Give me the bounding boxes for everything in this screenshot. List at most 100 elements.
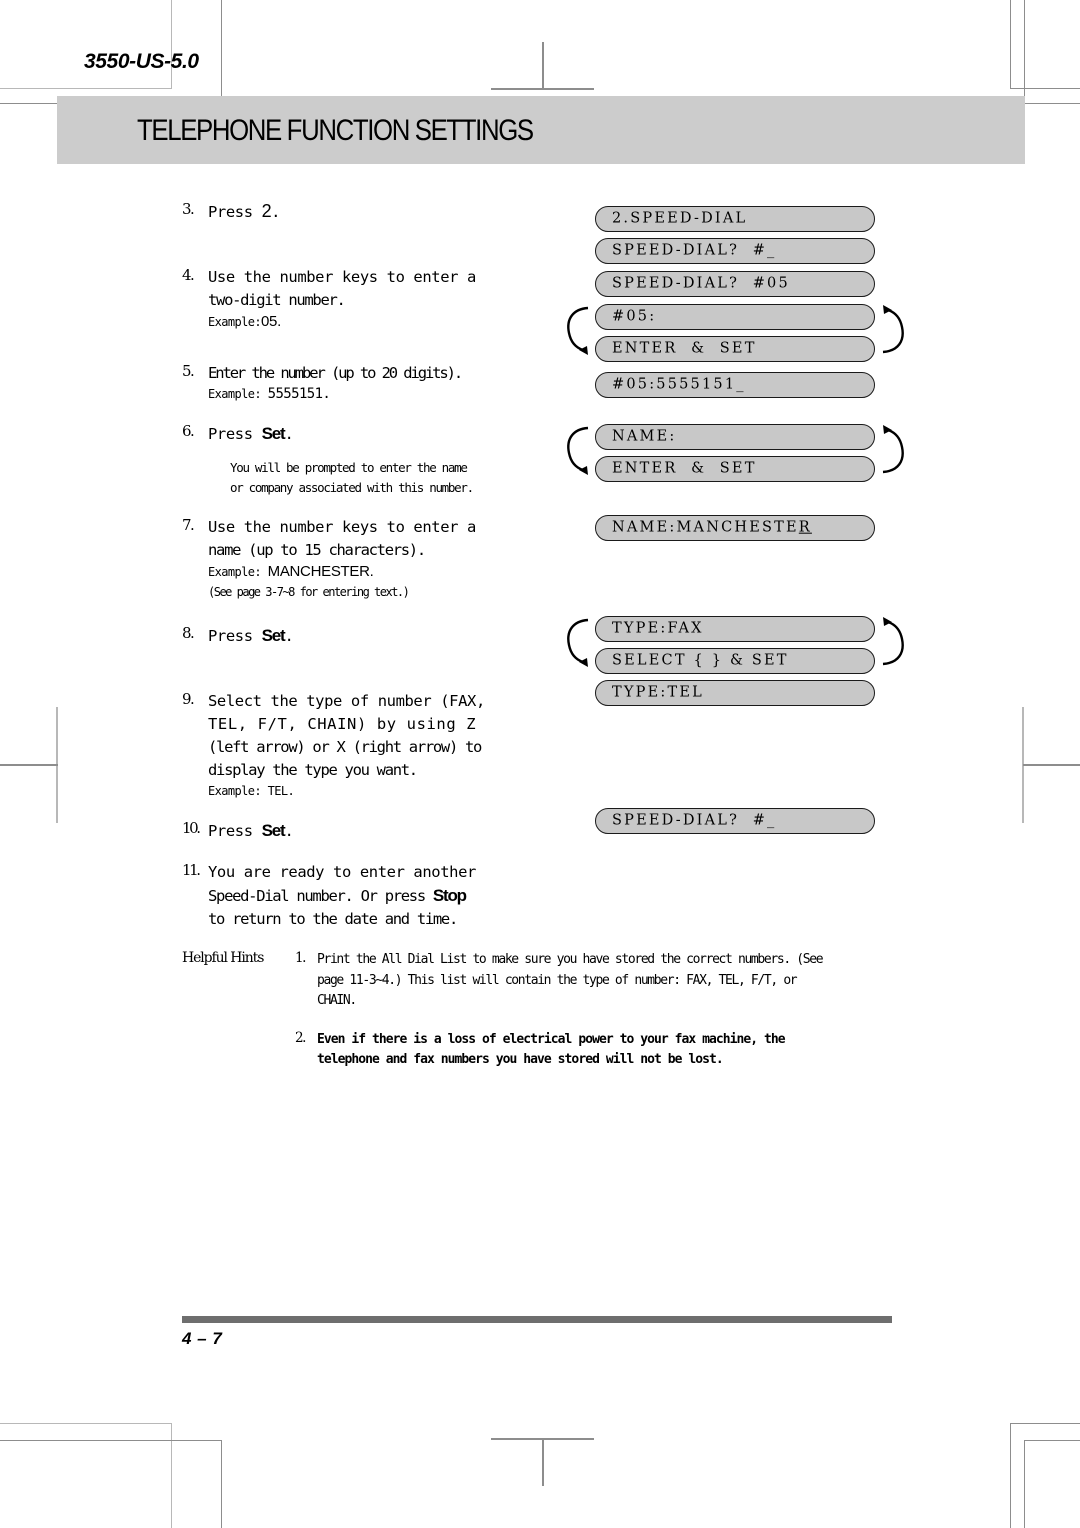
step-3-key: 2 <box>261 201 272 221</box>
lcd-type-fax: TYPE:FAX <box>595 616 875 642</box>
helpful-hints-label: Helpful Hints <box>182 950 264 966</box>
loop-arrow-right-name-icon <box>882 425 904 474</box>
crop-mark-br-h-inner <box>1010 1423 1080 1424</box>
step-10-key-set: Set <box>261 821 286 840</box>
crop-mark-tr-v-inner <box>1010 0 1011 89</box>
loop-arrow-right-number-icon <box>882 305 904 354</box>
loop-arrow-left-name-icon <box>567 426 589 475</box>
step-8-number: 8. <box>182 624 195 642</box>
step-5: 5. Enter the number (up to 20 digits). E… <box>182 362 532 404</box>
step-11: 11. You are ready to enter another Speed… <box>182 861 532 931</box>
step-6-press: Press <box>208 425 262 443</box>
lcd-name-entered: NAME:MANCHESTER <box>595 515 875 541</box>
lcd-speed-dial-prompt-2-text: SPEED-DIAL? #_ <box>612 812 777 829</box>
step-9-example: Example: TEL. <box>208 782 532 801</box>
step-5-example: Example: 5555151. <box>208 385 532 404</box>
step-3-number: 3. <box>182 200 195 218</box>
crop-mark-bottom-center-v <box>542 1438 544 1486</box>
step-4-example-value: 05. <box>261 313 281 330</box>
step-8-press: Press <box>208 627 262 645</box>
step-9-line-4: display the type you want. <box>208 761 418 779</box>
step-6-period: . <box>284 425 294 443</box>
lcd-enter-and-set-number-text: ENTER & SET <box>612 340 757 357</box>
lcd-speed-dial-menu-text: 2.SPEED-DIAL <box>612 210 748 227</box>
step-7-number: 7. <box>182 516 195 534</box>
lcd-speed-dial-menu: 2.SPEED-DIAL <box>595 206 875 232</box>
lcd-select-and-set: SELECT { } & SET <box>595 648 875 674</box>
step-3-press: Press <box>208 203 262 221</box>
step-9-number: 9. <box>182 690 195 708</box>
hint-1-number: 1. <box>295 950 306 966</box>
step-4-example: Example:05. <box>208 312 532 332</box>
step-9-line-1: Select the type of number (FAX, <box>208 692 485 710</box>
step-11-line-2: Speed-Dial number. Or press Stop <box>208 884 532 908</box>
lcd-enter-and-set-name-text: ENTER & SET <box>612 460 757 477</box>
step-3-text: Press 2. <box>208 200 532 224</box>
lcd-number-empty-text: #05: <box>612 308 657 325</box>
step-9-line-2: TEL, F/T, CHAIN) by using Z <box>208 715 477 733</box>
step-3: 3. Press 2. <box>182 200 532 224</box>
crop-mark-br-v-inner <box>1010 1423 1011 1528</box>
step-6-number: 6. <box>182 422 195 440</box>
step-6: 6. Press Set. You will be prompted to en… <box>182 422 532 498</box>
crop-mark-bl-v-outer <box>171 1423 172 1528</box>
step-7-reference-note: (See page 3-7~8 for entering text.) <box>208 585 410 599</box>
step-9: 9. Select the type of number (FAX, TEL, … <box>182 690 532 801</box>
step-11-line-2-text: Speed-Dial number. Or press <box>208 887 433 905</box>
step-10-text: Press Set. <box>208 819 532 843</box>
step-7-example-label: Example: <box>208 565 262 579</box>
crop-mark-right-h <box>1023 764 1080 766</box>
step-5-number: 5. <box>182 362 195 380</box>
step-5-example-label: Example: <box>208 387 262 401</box>
step-6-note-line-2: or company associated with this number. <box>230 480 474 495</box>
step-7-example: Example: MANCHESTER. <box>208 562 532 582</box>
lcd-number-entered: #05:5555151_ <box>595 372 875 398</box>
crop-mark-tl-v-outer <box>171 0 172 89</box>
crop-mark-top-center-v <box>542 42 544 90</box>
crop-mark-bl-h-outer <box>0 1423 172 1424</box>
step-7-line-2: name (up to 15 characters). <box>208 541 426 559</box>
lcd-name-empty-text: NAME: <box>612 428 677 445</box>
step-6-key-set: Set <box>261 424 286 443</box>
step-8-key-set: Set <box>261 626 286 645</box>
page-title: TELEPHONE FUNCTION SETTINGS <box>137 114 534 147</box>
lcd-speed-dial-05: SPEED-DIAL? #05 <box>595 271 875 297</box>
lcd-select-and-set-text: SELECT { } & SET <box>612 652 789 669</box>
lcd-name-empty: NAME: <box>595 424 875 450</box>
lcd-speed-dial-05-text: SPEED-DIAL? #05 <box>612 275 790 292</box>
step-6-note-line-1: You will be prompted to enter the name <box>230 460 468 475</box>
step-11-key-stop: Stop <box>432 886 467 905</box>
lcd-number-entered-text: #05:5555151_ <box>612 376 746 393</box>
lcd-type-tel-text: TYPE:TEL <box>612 684 704 701</box>
hint-2-text: Even if there is a loss of electrical po… <box>317 1031 786 1068</box>
step-8: 8. Press Set. <box>182 624 532 648</box>
crop-mark-bl-v-inner <box>221 1440 222 1528</box>
step-3-period: . <box>271 203 281 221</box>
helpful-hints: Helpful Hints 1. Print the All Dial List… <box>182 950 922 1071</box>
crop-mark-left-h <box>0 764 58 766</box>
lcd-enter-and-set-name: ENTER & SET <box>595 456 875 482</box>
step-8-text: Press Set. <box>208 624 532 648</box>
loop-arrow-left-type-icon <box>567 618 589 667</box>
crop-mark-br-v-outer <box>1024 1440 1025 1528</box>
hint-2-number: 2. <box>295 1029 306 1046</box>
loop-arrow-right-type-icon <box>882 617 904 666</box>
lcd-type-tel: TYPE:TEL <box>595 680 875 706</box>
lcd-speed-dial-prompt-2: SPEED-DIAL? #_ <box>595 808 875 834</box>
step-10-period: . <box>284 822 294 840</box>
step-4: 4. Use the number keys to enter a two-di… <box>182 266 532 332</box>
step-4-example-label: Example: <box>208 315 262 329</box>
crop-mark-tl-h-outer <box>0 88 172 89</box>
step-10: 10. Press Set. <box>182 819 532 843</box>
hint-item-1: 1. Print the All Dial List to make sure … <box>295 950 922 1012</box>
crop-mark-tr-h-outer <box>1024 103 1080 104</box>
step-7-line-1: Use the number keys to enter a <box>208 518 476 536</box>
step-11-line-1: You are ready to enter another <box>208 863 476 881</box>
step-4-line-2: two-digit number. <box>208 291 346 309</box>
document-code: 3550-US-5.0 <box>84 50 199 73</box>
crop-mark-br-h-outer <box>1024 1440 1080 1441</box>
step-8-period: . <box>284 627 294 645</box>
step-10-press: Press <box>208 822 262 840</box>
step-6-text: Press Set. <box>208 422 532 446</box>
crop-mark-bl-h-inner <box>0 1440 222 1441</box>
